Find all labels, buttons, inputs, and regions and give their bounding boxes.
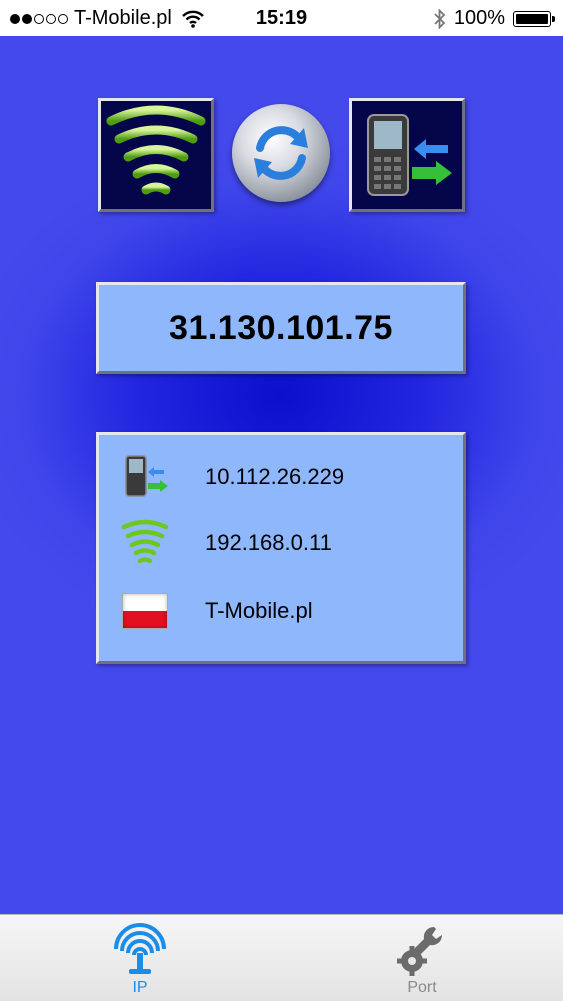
public-ip-display: 31.130.101.75 <box>96 282 466 374</box>
main-panel: 31.130.101.75 10.112.26.229 192.168.0.11… <box>0 36 563 914</box>
status-right: 100% <box>434 7 555 30</box>
tab-ip-label: IP <box>132 979 148 996</box>
battery-icon <box>513 10 555 27</box>
mobile-phone-transfer-icon <box>367 114 452 196</box>
tab-port[interactable]: Port <box>362 915 482 1001</box>
wifi-button[interactable] <box>98 98 214 212</box>
carrier-value: T-Mobile.pl <box>205 598 313 623</box>
carrier-row: T-Mobile.pl <box>117 587 453 635</box>
tab-bar: IP Port <box>0 914 563 1001</box>
wifi-ip-row: 192.168.0.11 <box>117 519 453 567</box>
tab-ip[interactable]: IP <box>80 915 200 1001</box>
bluetooth-icon <box>434 8 446 29</box>
wifi-ip-value: 192.168.0.11 <box>205 530 332 555</box>
status-bar: T-Mobile.pl 15:19 100% <box>0 0 563 36</box>
antenna-icon <box>114 923 166 974</box>
refresh-icon <box>254 126 308 180</box>
wifi-signal-icon <box>106 105 206 195</box>
mobile-button[interactable] <box>349 98 465 212</box>
poland-flag-icon <box>122 593 168 629</box>
connection-info-panel: 10.112.26.229 192.168.0.11 T-Mobile.pl <box>96 432 466 664</box>
mobile-ip-value: 10.112.26.229 <box>205 464 345 489</box>
mobile-ip-row: 10.112.26.229 <box>117 453 453 501</box>
tab-port-label: Port <box>407 979 437 996</box>
battery-percent: 100% <box>453 7 505 29</box>
mobile-phone-icon <box>125 455 168 497</box>
public-ip-value: 31.130.101.75 <box>169 308 393 347</box>
wrench-gear-icon <box>397 926 443 976</box>
wifi-signal-icon <box>121 519 169 564</box>
refresh-button[interactable] <box>232 104 330 202</box>
